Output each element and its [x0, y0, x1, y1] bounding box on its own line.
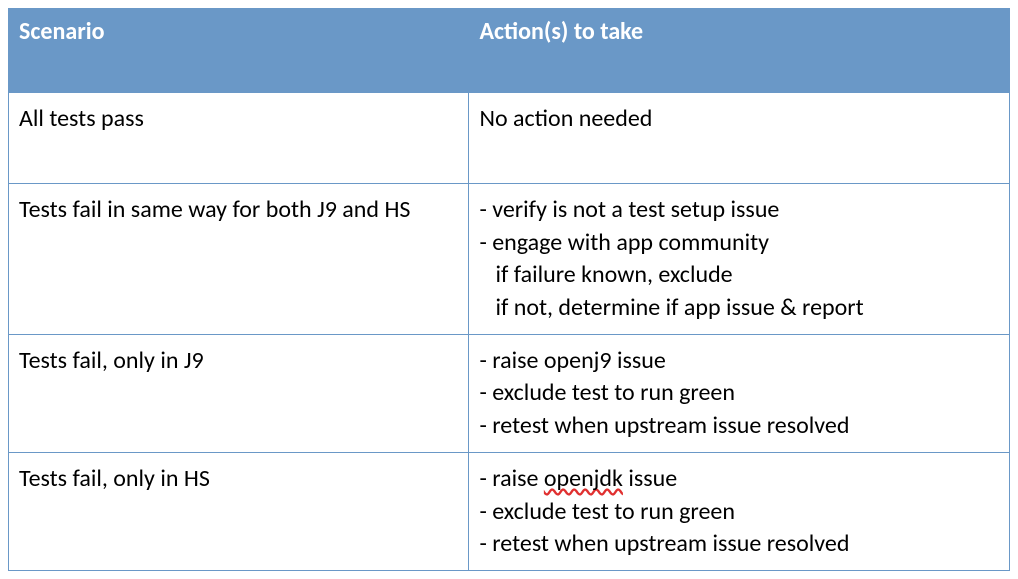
action-line: - retest when upstream issue resolved	[479, 528, 999, 560]
action-line: - retest when upstream issue resolved	[479, 410, 999, 442]
action-line: - exclude test to run green	[479, 377, 999, 409]
table-row: Tests fail, only in J9- raise openj9 iss…	[9, 334, 1010, 452]
scenario-cell: Tests fail, only in J9	[9, 334, 469, 452]
scenario-cell: All tests pass	[9, 93, 469, 184]
actions-cell: No action needed	[469, 93, 1010, 184]
scenario-cell: Tests fail in same way for both J9 and H…	[9, 184, 469, 335]
action-line: if failure known, exclude	[479, 259, 999, 291]
actions-cell: - verify is not a test setup issue- enga…	[469, 184, 1010, 335]
table-header-row: Scenario Action(s) to take	[9, 9, 1010, 93]
action-line: if not, determine if app issue & report	[479, 292, 999, 324]
table-row: Tests fail, only in HS- raise openjdk is…	[9, 453, 1010, 571]
table-row: All tests pass No action needed	[9, 93, 1010, 184]
scenario-cell: Tests fail, only in HS	[9, 453, 469, 571]
header-actions: Action(s) to take	[469, 9, 1010, 93]
action-line: - raise openjdk issue	[479, 463, 999, 495]
header-scenario: Scenario	[9, 9, 469, 93]
table-row: Tests fail in same way for both J9 and H…	[9, 184, 1010, 335]
action-line: - verify is not a test setup issue	[479, 194, 999, 226]
action-line: - exclude test to run green	[479, 496, 999, 528]
action-line: No action needed	[479, 103, 999, 135]
actions-cell: - raise openj9 issue- exclude test to ru…	[469, 334, 1010, 452]
action-line: - raise openj9 issue	[479, 345, 999, 377]
action-line: - engage with app community	[479, 227, 999, 259]
scenario-actions-table: Scenario Action(s) to take All tests pas…	[8, 8, 1010, 571]
actions-cell: - raise openjdk issue- exclude test to r…	[469, 453, 1010, 571]
